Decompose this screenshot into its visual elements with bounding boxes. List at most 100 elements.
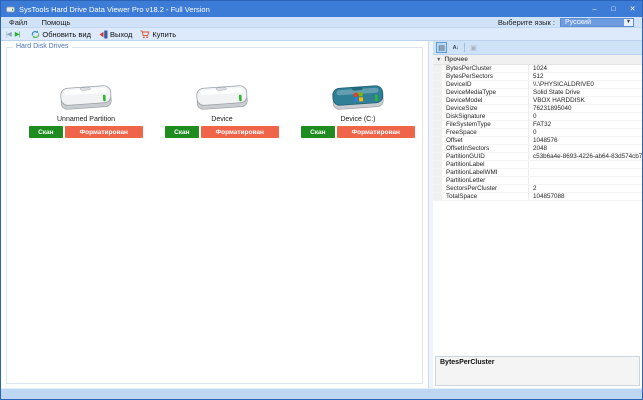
property-value: 76231895040	[533, 105, 572, 112]
property-value: 512	[533, 73, 544, 80]
minimize-button[interactable]: –	[585, 1, 604, 17]
language-select[interactable]: Русский ▼	[560, 17, 634, 27]
exit-label: Выход	[109, 29, 133, 39]
drive-label: Device (C:)	[340, 116, 376, 123]
window-controls: – □ ✕	[585, 1, 642, 17]
property-value: VBOX HARDDISK	[533, 97, 585, 104]
property-row[interactable]: PartitionLabel	[433, 161, 642, 169]
property-value: 1048576	[533, 137, 558, 144]
property-value: 0	[533, 113, 537, 120]
property-name: DiskSignature	[433, 113, 529, 120]
property-row[interactable]: DeviceMediaType Solid State Drive	[433, 89, 642, 97]
drive-buttons: Скан Форматирован	[165, 126, 279, 138]
property-row[interactable]: FreeSpace 0	[433, 129, 642, 137]
scan-button[interactable]: Скан	[301, 126, 335, 138]
language-label: Выберите язык :	[497, 17, 555, 27]
chevron-down-icon[interactable]: ▼	[624, 18, 633, 26]
property-row[interactable]: OffsetInSectors 2048	[433, 145, 642, 153]
property-row[interactable]: TotalSpace 104857088	[433, 193, 642, 201]
property-category-label: Прочее	[444, 56, 468, 63]
property-row[interactable]: DeviceSize 76231895040	[433, 105, 642, 113]
hard-drive-icon	[196, 85, 248, 110]
property-row[interactable]: BytesPerSectors 512	[433, 73, 642, 81]
property-value: Solid State Drive	[533, 89, 580, 96]
drives-panel: Hard Disk Drives Unnamed Partition Скан Фо…	[1, 41, 429, 388]
format-button[interactable]: Форматирован	[64, 126, 143, 138]
property-value: 2048	[533, 145, 548, 152]
format-button[interactable]: Форматирован	[200, 126, 279, 138]
property-name: DeviceID	[433, 81, 529, 88]
title-bar: SysTools Hard Drive Data Viewer Pro v18.…	[1, 1, 642, 17]
property-row[interactable]: PartitionLetter	[433, 177, 642, 185]
property-name: SectorsPerCluster	[433, 185, 529, 192]
drives-groupbox: Hard Disk Drives Unnamed Partition Скан Фо…	[6, 43, 423, 384]
drive-buttons: Скан Форматирован	[301, 126, 415, 138]
exit-button[interactable]: Выход	[97, 30, 134, 39]
menu-file[interactable]: Файл	[9, 18, 27, 27]
hard-drive-icon	[60, 85, 112, 110]
scan-button[interactable]: Скан	[29, 126, 63, 138]
status-bar	[1, 388, 642, 399]
drive-label: Unnamed Partition	[57, 116, 115, 123]
property-description-pane: BytesPerCluster	[435, 356, 640, 386]
drive-label: Device	[211, 116, 233, 123]
property-row[interactable]: SectorsPerCluster 2	[433, 185, 642, 193]
app-icon	[6, 5, 15, 14]
property-value: c53b6a4e-8693-4226-ab64-83d574cb7cb7	[533, 153, 642, 160]
nav-first-icon[interactable]: |◀	[6, 30, 12, 38]
property-grid-toolbar: ▤ A↓ ▣	[433, 41, 642, 55]
hard-drive-windows-icon	[332, 85, 384, 110]
alphabetical-sort-icon[interactable]: A↓	[450, 42, 461, 53]
property-value	[529, 177, 642, 184]
property-row[interactable]: FileSystemType FAT32	[433, 121, 642, 129]
property-row[interactable]: BytesPerCluster 1024	[433, 65, 642, 73]
property-name: PartitionLetter	[433, 177, 529, 184]
property-row[interactable]: PartitionGUID c53b6a4e-8693-4226-ab64-83d…	[433, 153, 642, 161]
menu-help[interactable]: Помощь	[41, 18, 70, 27]
property-row[interactable]: Offset 1048576	[433, 137, 642, 145]
collapse-arrow-icon[interactable]: ▼	[436, 57, 441, 63]
format-button[interactable]: Форматирован	[336, 126, 415, 138]
property-value	[529, 169, 642, 176]
property-value: 104857088	[533, 193, 565, 200]
property-value: 2	[533, 185, 537, 192]
property-name: TotalSpace	[433, 193, 529, 200]
property-value: 0	[533, 129, 537, 136]
property-row[interactable]: PartitionLabelWMI	[433, 169, 642, 177]
nav-last-icon[interactable]: ▶|	[15, 30, 21, 38]
property-name: PartitionLabel	[433, 161, 529, 168]
property-row[interactable]: DeviceID \\.\PHYSICALDRIVE0	[433, 81, 642, 89]
close-button[interactable]: ✕	[623, 1, 642, 17]
buy-button[interactable]: Купить	[138, 30, 178, 39]
property-name: BytesPerSectors	[433, 73, 529, 80]
property-name: FreeSpace	[433, 129, 529, 136]
property-value: \\.\PHYSICALDRIVE0	[533, 81, 594, 88]
property-row[interactable]: DiskSignature 0	[433, 113, 642, 121]
refresh-view-button[interactable]: Обновить вид	[29, 30, 93, 39]
categorized-view-icon[interactable]: ▤	[436, 42, 447, 53]
toolbar-separator	[464, 43, 465, 52]
language-area: Выберите язык : Русский ▼	[497, 17, 634, 27]
drive-item: Device Скан Форматирован	[165, 82, 279, 138]
refresh-label: Обновить вид	[42, 29, 91, 39]
property-name: BytesPerCluster	[433, 65, 529, 72]
property-pages-icon: ▣	[470, 44, 477, 52]
property-name: PartitionGUID	[433, 153, 529, 160]
window-title: SysTools Hard Drive Data Viewer Pro v18.…	[19, 4, 210, 14]
property-value: 1024	[533, 65, 548, 72]
property-row[interactable]: DeviceModel VBOX HARDDISK	[433, 97, 642, 105]
property-name: DeviceSize	[433, 105, 529, 112]
drive-buttons: Скан Форматирован	[29, 126, 143, 138]
buy-label: Купить	[152, 29, 177, 39]
content-area: Hard Disk Drives Unnamed Partition Скан Фо…	[1, 41, 642, 388]
property-value: FAT32	[533, 121, 552, 128]
property-category-row[interactable]: ▼ Прочее	[433, 55, 642, 65]
maximize-button[interactable]: □	[604, 1, 623, 17]
scan-button[interactable]: Скан	[165, 126, 199, 138]
property-name: FileSystemType	[433, 121, 529, 128]
drive-list: Unnamed Partition Скан Форматирован Device С…	[7, 48, 422, 138]
menu-bar: Файл Помощь Выберите язык : Русский ▼	[1, 17, 642, 28]
refresh-icon	[31, 30, 40, 39]
property-name: DeviceMediaType	[433, 89, 529, 96]
property-grid-rows: BytesPerCluster 1024 BytesPerSectors 512 Dev…	[433, 65, 642, 201]
